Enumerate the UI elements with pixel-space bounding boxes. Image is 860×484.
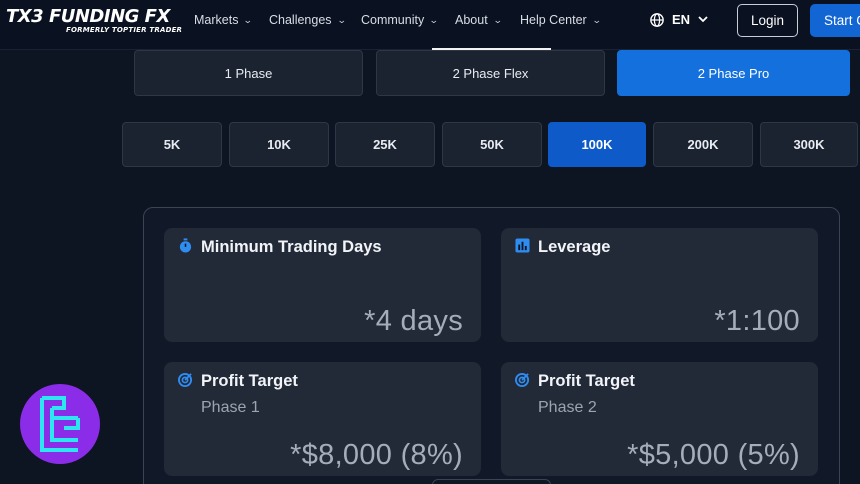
nav-help-center[interactable]: Help Center ⌄ <box>520 13 602 27</box>
chevron-down-icon <box>698 16 708 23</box>
card-value: *$8,000 (8%) <box>290 439 463 471</box>
phase-tab-1-phase[interactable]: 1 Phase <box>134 50 363 96</box>
nav-label: Markets <box>194 13 239 27</box>
card-title: Minimum Trading Days <box>201 238 382 256</box>
brand-tagline: FORMERLY TOPTIER TRADER <box>66 26 183 34</box>
profit-target-phase-1-card: Profit Target Phase 1 *$8,000 (8%) <box>164 362 481 476</box>
chevron-down-icon: ⌄ <box>243 14 254 25</box>
language-selector[interactable]: EN <box>650 12 708 27</box>
card-value: *1:100 <box>714 305 800 337</box>
phase-tab-2-phase-flex[interactable]: 2 Phase Flex <box>376 50 605 96</box>
nav-challenges[interactable]: Challenges ⌄ <box>269 13 347 27</box>
start-challenge-button[interactable]: Start C <box>810 4 860 37</box>
card-value: *4 days <box>364 305 463 337</box>
size-tab-200k[interactable]: 200K <box>653 122 753 167</box>
chevron-down-icon: ⌄ <box>591 14 602 25</box>
nav-label: Challenges <box>269 13 332 27</box>
size-tab-25k[interactable]: 25K <box>335 122 435 167</box>
chevron-down-icon: ⌄ <box>492 14 503 25</box>
size-tab-10k[interactable]: 10K <box>229 122 329 167</box>
badge-logo-icon <box>40 396 80 452</box>
chevron-down-icon: ⌄ <box>429 14 439 25</box>
language-label: EN <box>672 12 691 27</box>
nav-label: About <box>455 13 488 27</box>
card-value: *$5,000 (5%) <box>627 439 800 471</box>
card-subtitle: Phase 2 <box>538 399 597 416</box>
nav-about[interactable]: About ⌄ <box>455 13 503 27</box>
phase-tab-2-phase-pro[interactable]: 2 Phase Pro <box>617 50 850 96</box>
size-tab-5k[interactable]: 5K <box>122 122 222 167</box>
size-tab-100k[interactable]: 100K <box>548 122 646 167</box>
target-icon <box>178 372 193 387</box>
card-subtitle: Phase 1 <box>201 399 260 416</box>
watermark-badge <box>20 384 100 464</box>
card-title: Profit Target <box>538 372 635 390</box>
target-icon <box>515 372 530 387</box>
nav-label: Community <box>361 13 425 27</box>
nav-community[interactable]: Community ⌄ <box>361 13 439 27</box>
stopwatch-icon <box>179 238 192 253</box>
bottom-tab-edge <box>432 479 551 484</box>
card-title: Profit Target <box>201 372 298 390</box>
chevron-down-icon: ⌄ <box>336 14 347 25</box>
min-trading-days-card: Minimum Trading Days *4 days <box>164 228 481 342</box>
profit-target-phase-2-card: Profit Target Phase 2 *$5,000 (5%) <box>501 362 818 476</box>
size-tab-300k[interactable]: 300K <box>760 122 858 167</box>
top-navbar: TX3 FUNDING FX FORMERLY TOPTIER TRADER M… <box>0 0 860 50</box>
nav-label: Help Center <box>520 13 587 27</box>
login-button[interactable]: Login <box>737 4 798 37</box>
size-tab-50k[interactable]: 50K <box>442 122 542 167</box>
brand-logo[interactable]: TX3 FUNDING FX <box>6 6 170 27</box>
card-title: Leverage <box>538 238 611 256</box>
bar-chart-icon <box>515 238 530 253</box>
nav-markets[interactable]: Markets ⌄ <box>194 13 254 27</box>
globe-icon <box>650 12 664 27</box>
leverage-card: Leverage *1:100 <box>501 228 818 342</box>
challenge-rules-panel: Minimum Trading Days *4 days Leverage *1… <box>143 207 840 484</box>
